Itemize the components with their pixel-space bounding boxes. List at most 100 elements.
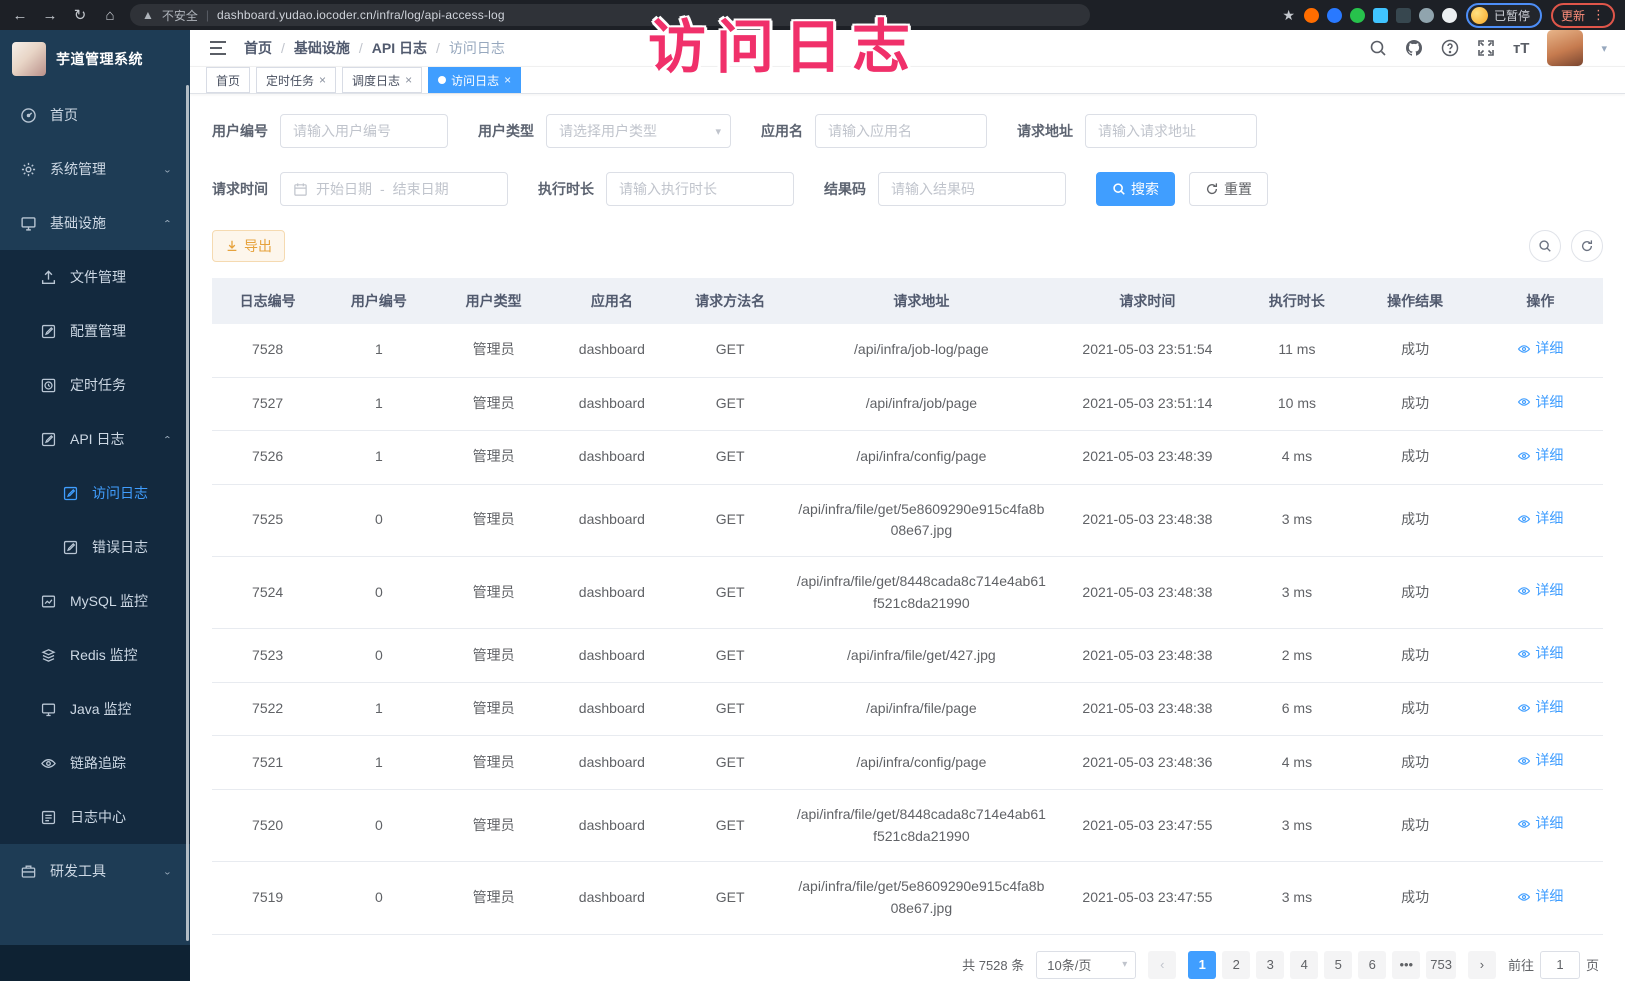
address-bar[interactable]: ▲ 不安全 | dashboard.yudao.iocoder.cn/infra… — [130, 4, 1090, 26]
bookmark-star-icon[interactable]: ★ — [1282, 7, 1295, 24]
extension-pinwheel-icon[interactable] — [1442, 8, 1457, 23]
sidebar-item-系统管理[interactable]: 系统管理⌄ — [0, 142, 190, 196]
search-button[interactable]: 搜索 — [1096, 172, 1175, 206]
tab-访问日志[interactable]: 访问日志× — [428, 67, 521, 93]
sidebar-item-错误日志[interactable]: 错误日志 — [0, 520, 190, 574]
detail-link[interactable]: 详细 — [1517, 445, 1563, 467]
next-page-button[interactable]: › — [1468, 951, 1496, 979]
sidebar-item-Redis-监控[interactable]: Redis 监控 — [0, 628, 190, 682]
breadcrumb-item[interactable]: 基础设施 — [294, 40, 350, 56]
cell-user_type: 管理员 — [435, 862, 553, 934]
close-icon[interactable]: × — [504, 73, 511, 87]
refresh-table-button[interactable] — [1571, 230, 1603, 262]
reset-button[interactable]: 重置 — [1189, 172, 1268, 206]
sidebar-item-Java-监控[interactable]: Java 监控 — [0, 682, 190, 736]
fullscreen-icon[interactable] — [1477, 39, 1495, 57]
breadcrumb-item[interactable]: 首页 — [244, 40, 272, 56]
page-button-6[interactable]: 6 — [1358, 951, 1386, 979]
browser-update-button[interactable]: 更新 ⋮ — [1551, 3, 1615, 28]
extension-orange-icon[interactable] — [1304, 8, 1319, 23]
cell-user_type: 管理员 — [435, 377, 553, 431]
font-size-icon[interactable]: тT — [1513, 40, 1530, 57]
duration-input[interactable] — [606, 172, 794, 206]
page-button-5[interactable]: 5 — [1324, 951, 1352, 979]
detail-link[interactable]: 详细 — [1517, 697, 1563, 719]
tab-首页[interactable]: 首页 — [206, 67, 250, 93]
app-logo-row[interactable]: 芋道管理系统 — [0, 30, 190, 88]
table-row: 75190管理员dashboardGET/api/infra/file/get/… — [212, 862, 1603, 934]
page-size-select[interactable]: 10条/页 ▾ — [1036, 951, 1136, 979]
help-icon[interactable] — [1441, 39, 1459, 57]
cell-result: 成功 — [1353, 324, 1478, 377]
cell-app: dashboard — [553, 556, 671, 628]
page-button-753[interactable]: 753 — [1426, 951, 1456, 979]
github-icon[interactable] — [1405, 39, 1423, 57]
prev-page-button[interactable]: ‹ — [1148, 951, 1176, 979]
detail-link[interactable]: 详细 — [1517, 886, 1563, 908]
detail-link[interactable]: 详细 — [1517, 750, 1563, 772]
tab-定时任务[interactable]: 定时任务× — [256, 67, 336, 93]
cell-duration: 10 ms — [1241, 377, 1352, 431]
sidebar-item-配置管理[interactable]: 配置管理 — [0, 304, 190, 358]
browser-home-icon[interactable]: ⌂ — [100, 7, 120, 24]
user-type-select[interactable]: 请选择用户类型 ▾ — [546, 114, 731, 148]
goto-page-input[interactable] — [1540, 951, 1580, 979]
page-button-1[interactable]: 1 — [1188, 951, 1216, 979]
sidebar-item-链路追踪[interactable]: 链路追踪 — [0, 736, 190, 790]
sidebar-item-文件管理[interactable]: 文件管理 — [0, 250, 190, 304]
sidebar-item-基础设施[interactable]: 基础设施⌃ — [0, 196, 190, 250]
extension-green-icon[interactable] — [1350, 8, 1365, 23]
close-icon[interactable]: × — [405, 73, 412, 87]
cell-url: /api/infra/file/get/5e8609290e915c4fa8b0… — [789, 862, 1053, 934]
toggle-search-button[interactable] — [1529, 230, 1561, 262]
search-icon[interactable] — [1369, 39, 1387, 57]
export-button[interactable]: 导出 — [212, 230, 285, 262]
extension-grid-icon[interactable] — [1373, 8, 1388, 23]
browser-forward-icon[interactable]: → — [40, 7, 60, 24]
app-name-input[interactable] — [815, 114, 987, 148]
sidebar-item-API-日志[interactable]: API 日志⌃ — [0, 412, 190, 466]
close-icon[interactable]: × — [319, 73, 326, 87]
app-logo-image — [12, 42, 46, 76]
page-button-2[interactable]: 2 — [1222, 951, 1250, 979]
cell-app: dashboard — [553, 377, 671, 431]
more-pages-button[interactable]: ••• — [1392, 951, 1420, 979]
sidebar-item-首页[interactable]: 首页 — [0, 88, 190, 142]
detail-link[interactable]: 详细 — [1517, 580, 1563, 602]
page-button-3[interactable]: 3 — [1256, 951, 1284, 979]
detail-link[interactable]: 详细 — [1517, 508, 1563, 530]
extension-dark-icon[interactable] — [1396, 8, 1411, 23]
user-id-input[interactable] — [280, 114, 448, 148]
detail-link[interactable]: 详细 — [1517, 813, 1563, 835]
java-icon — [40, 701, 57, 718]
cell-method: GET — [671, 736, 789, 790]
sidebar-item-研发工具[interactable]: 研发工具⌄ — [0, 844, 190, 898]
cell-action: 详细 — [1478, 556, 1603, 628]
detail-link[interactable]: 详细 — [1517, 338, 1563, 360]
browser-back-icon[interactable]: ← — [10, 7, 30, 24]
sidebar-item-定时任务[interactable]: 定时任务 — [0, 358, 190, 412]
user-avatar[interactable] — [1547, 30, 1583, 66]
sidebar-item-访问日志[interactable]: 访问日志 — [0, 466, 190, 520]
page-button-4[interactable]: 4 — [1290, 951, 1318, 979]
sidebar-item-日志中心[interactable]: 日志中心 — [0, 790, 190, 844]
result-code-input[interactable] — [878, 172, 1066, 206]
detail-link[interactable]: 详细 — [1517, 643, 1563, 665]
request-time-range-picker[interactable]: 开始日期 - 结束日期 — [280, 172, 508, 206]
avatar-caret-down-icon[interactable]: ▾ — [1601, 42, 1607, 55]
column-header: 用户类型 — [435, 278, 553, 324]
sidebar-item-MySQL-监控[interactable]: MySQL 监控 — [0, 574, 190, 628]
request-url-input[interactable] — [1085, 114, 1257, 148]
breadcrumb-item[interactable]: API 日志 — [372, 40, 427, 56]
tab-调度日志[interactable]: 调度日志× — [342, 67, 422, 93]
profile-badge[interactable]: 已暂停 — [1466, 3, 1542, 28]
extension-person-icon[interactable] — [1419, 8, 1434, 23]
cell-action: 详细 — [1478, 862, 1603, 934]
hamburger-icon[interactable] — [208, 38, 228, 58]
browser-reload-icon[interactable]: ↻ — [70, 6, 90, 24]
extension-shield-icon[interactable] — [1327, 8, 1342, 23]
detail-link[interactable]: 详细 — [1517, 392, 1563, 414]
header-icons: тT ▾ — [1369, 30, 1607, 66]
browser-menu-icon[interactable]: ⋮ — [1592, 7, 1605, 23]
cell-id: 7526 — [212, 431, 323, 485]
